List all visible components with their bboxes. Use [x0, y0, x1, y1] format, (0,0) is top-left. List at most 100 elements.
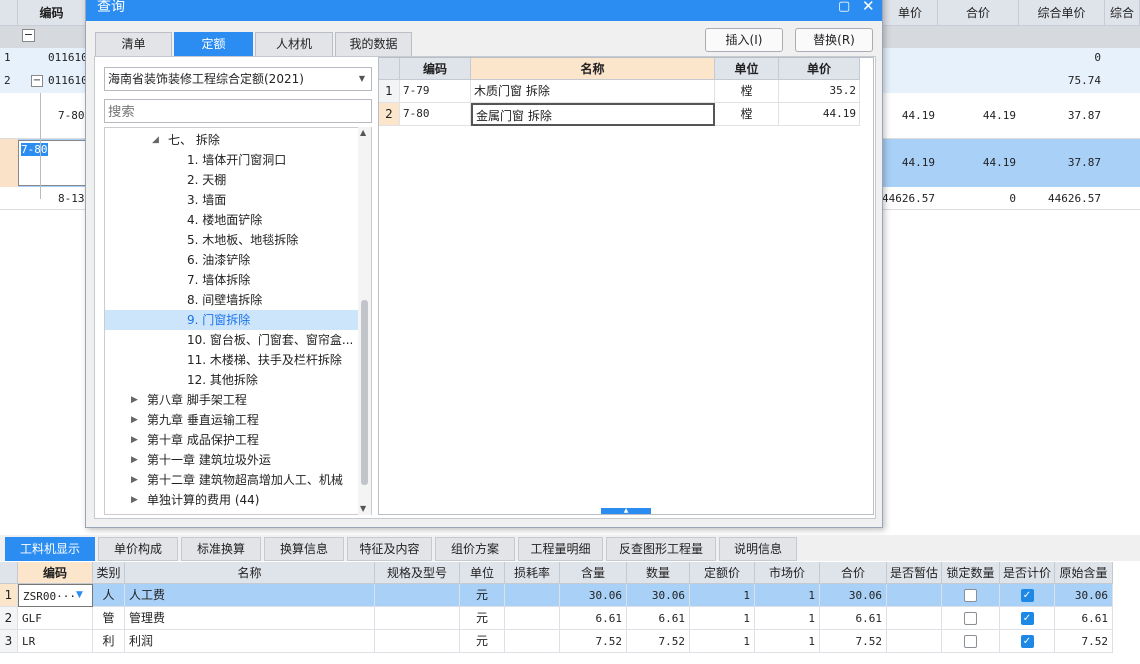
quota-cell-unit[interactable]: 樘	[715, 103, 779, 126]
materials-cell-amount[interactable]: 6.61	[627, 607, 690, 630]
maximize-icon[interactable]: ▢	[838, 0, 850, 19]
code-edit-field[interactable]: 7-80	[18, 140, 86, 186]
materials-cell-amount[interactable]: 7.52	[627, 630, 690, 653]
bottom-tab[interactable]: 换算信息	[264, 537, 344, 561]
query-dialog[interactable]: 查询 ▢ ✕ 清单 定额 人材机 我的数据 插入(I) 替换(R) 海南省装饰装…	[85, 0, 883, 528]
materials-cell-name[interactable]: 人工费	[125, 584, 375, 607]
splitter-handle-icon[interactable]: ▲	[601, 508, 651, 514]
materials-cell-name[interactable]: 利润	[125, 630, 375, 653]
insert-button[interactable]: 插入(I)	[705, 28, 783, 52]
library-select[interactable]: 海南省装饰装修工程综合定额(2021) ▼	[104, 67, 372, 91]
materials-cell-spec[interactable]	[375, 630, 460, 653]
tab-quota[interactable]: 定额	[174, 32, 253, 56]
checkbox-icon[interactable]	[964, 612, 977, 625]
materials-cell-priced[interactable]: ✓	[1000, 607, 1055, 630]
tab-bill[interactable]: 清单	[95, 32, 172, 56]
materials-cell-qty[interactable]: 30.06	[560, 584, 627, 607]
materials-cell-total[interactable]: 6.61	[820, 607, 887, 630]
materials-cell-orig[interactable]: 30.06	[1055, 584, 1113, 607]
tree-collapse-icon[interactable]: −	[31, 75, 43, 87]
materials-cell-name[interactable]: 管理费	[125, 607, 375, 630]
materials-cell-quota[interactable]: 1	[690, 607, 755, 630]
bottom-tab[interactable]: 反查图形工程量	[606, 537, 716, 561]
bottom-tab[interactable]: 说明信息	[719, 537, 797, 561]
checkbox-icon[interactable]	[964, 635, 977, 648]
materials-cell-orig[interactable]: 7.52	[1055, 630, 1113, 653]
replace-button[interactable]: 替换(R)	[795, 28, 873, 52]
materials-cell-loss[interactable]	[505, 607, 560, 630]
scroll-down-icon[interactable]: ▼	[360, 504, 366, 513]
checkbox-icon[interactable]: ✓	[1020, 589, 1034, 602]
search-input[interactable]	[104, 99, 372, 123]
tree-expand-icon[interactable]: ▶	[131, 410, 138, 430]
tree-item[interactable]: 第九章 垂直运输工程 ▶	[105, 410, 359, 430]
materials-cell-priced[interactable]: ✓	[1000, 630, 1055, 653]
quota-cell-code[interactable]: 7-79	[400, 80, 471, 103]
checkbox-icon[interactable]	[964, 589, 977, 602]
tree-expand-icon[interactable]: ▶	[131, 430, 138, 450]
quota-cell-price[interactable]: 35.2	[779, 80, 860, 103]
materials-cell-unit[interactable]: 元	[460, 630, 505, 653]
quota-list[interactable]: 编码 名称 单位 单价 1 7-79 木质门窗 拆除樘 35.2 2 7-80 金属门窗 拆…	[378, 57, 874, 515]
close-icon[interactable]: ✕	[862, 0, 875, 18]
quota-cell-code[interactable]: 7-80	[400, 103, 471, 126]
quota-cell-num[interactable]: 1	[379, 80, 400, 103]
tree-item[interactable]: 第十一章 建筑垃圾外运 ▶	[105, 450, 359, 470]
dialog-title-bar[interactable]: 查询 ▢ ✕	[86, 0, 882, 21]
tab-my-data[interactable]: 我的数据	[335, 32, 412, 56]
materials-cell-qty[interactable]: 6.61	[560, 607, 627, 630]
tree-item[interactable]: 12. 其他拆除	[105, 370, 359, 390]
materials-cell-orig[interactable]: 6.61	[1055, 607, 1113, 630]
materials-cell-market[interactable]: 1	[755, 584, 820, 607]
materials-cell-total[interactable]: 30.06	[820, 584, 887, 607]
bottom-tab[interactable]: 工料机显示	[5, 537, 95, 561]
materials-cell-lock[interactable]	[942, 584, 1000, 607]
tree-item[interactable]: 6. 油漆铲除	[105, 250, 359, 270]
checkbox-icon[interactable]: ✓	[1020, 612, 1034, 625]
tree-item[interactable]: 8. 间壁墙拆除	[105, 290, 359, 310]
tree-item[interactable]: 5. 木地板、地毯拆除	[105, 230, 359, 250]
dropdown-arrow-icon[interactable]: ▼	[359, 68, 365, 90]
materials-cell-type[interactable]: 利	[93, 630, 125, 653]
tree-expand-icon[interactable]: ▶	[131, 470, 138, 490]
tree-item[interactable]: 2. 天棚	[105, 170, 359, 190]
materials-cell-market[interactable]: 1	[755, 607, 820, 630]
quota-cell-num[interactable]: 2	[379, 103, 400, 126]
tree-collapse-icon[interactable]: ◢	[152, 130, 159, 150]
tree-item[interactable]: 4. 楼地面铲除	[105, 210, 359, 230]
materials-cell-quota[interactable]: 1	[690, 584, 755, 607]
tree-item[interactable]: 第十二章 建筑物超高增加人工、机械 ▶	[105, 470, 359, 490]
materials-cell-code[interactable]: GLF	[18, 607, 93, 630]
materials-cell-est[interactable]	[887, 630, 942, 653]
materials-cell-priced[interactable]: ✓	[1000, 584, 1055, 607]
materials-cell-total[interactable]: 7.52	[820, 630, 887, 653]
materials-cell-type[interactable]: 管	[93, 607, 125, 630]
materials-cell-spec[interactable]	[375, 584, 460, 607]
tree-expand-icon[interactable]: ▶	[131, 450, 138, 470]
bottom-tab[interactable]: 标准换算	[181, 537, 261, 561]
tree-expand-icon[interactable]: ▶	[131, 490, 138, 510]
materials-cell-qty[interactable]: 7.52	[560, 630, 627, 653]
materials-cell-unit[interactable]: 元	[460, 584, 505, 607]
materials-cell-lock[interactable]	[942, 607, 1000, 630]
quota-cell-name[interactable]: 木质门窗 拆除	[471, 80, 715, 103]
materials-cell-amount[interactable]: 30.06	[627, 584, 690, 607]
materials-cell-lock[interactable]	[942, 630, 1000, 653]
tree-item[interactable]: 七、 拆除 ◢	[105, 130, 359, 150]
materials-cell-code[interactable]: LR	[18, 630, 93, 653]
materials-cell-type[interactable]: 人	[93, 584, 125, 607]
materials-cell-unit[interactable]: 元	[460, 607, 505, 630]
tree-item[interactable]: 9. 门窗拆除	[105, 310, 359, 330]
materials-cell-loss[interactable]	[505, 584, 560, 607]
tree-item[interactable]: 第八章 脚手架工程 ▶	[105, 390, 359, 410]
tree-item[interactable]: 第十章 成品保护工程 ▶	[105, 430, 359, 450]
quota-cell-price[interactable]: 44.19	[779, 103, 860, 126]
tree-item[interactable]: 3. 墙面	[105, 190, 359, 210]
tree-collapse-icon[interactable]: −	[22, 29, 35, 42]
materials-cell-est[interactable]	[887, 584, 942, 607]
bottom-tab[interactable]: 特征及内容	[347, 537, 432, 561]
tree-item[interactable]: 1. 墙体开门窗洞口	[105, 150, 359, 170]
materials-cell-loss[interactable]	[505, 630, 560, 653]
quota-tree[interactable]: 七、 拆除 ◢ 1. 墙体开门窗洞口 2. 天棚 3. 墙面 4. 楼地面铲除 5. 木地板…	[104, 127, 372, 515]
quota-cell-unit[interactable]: 樘	[715, 80, 779, 103]
